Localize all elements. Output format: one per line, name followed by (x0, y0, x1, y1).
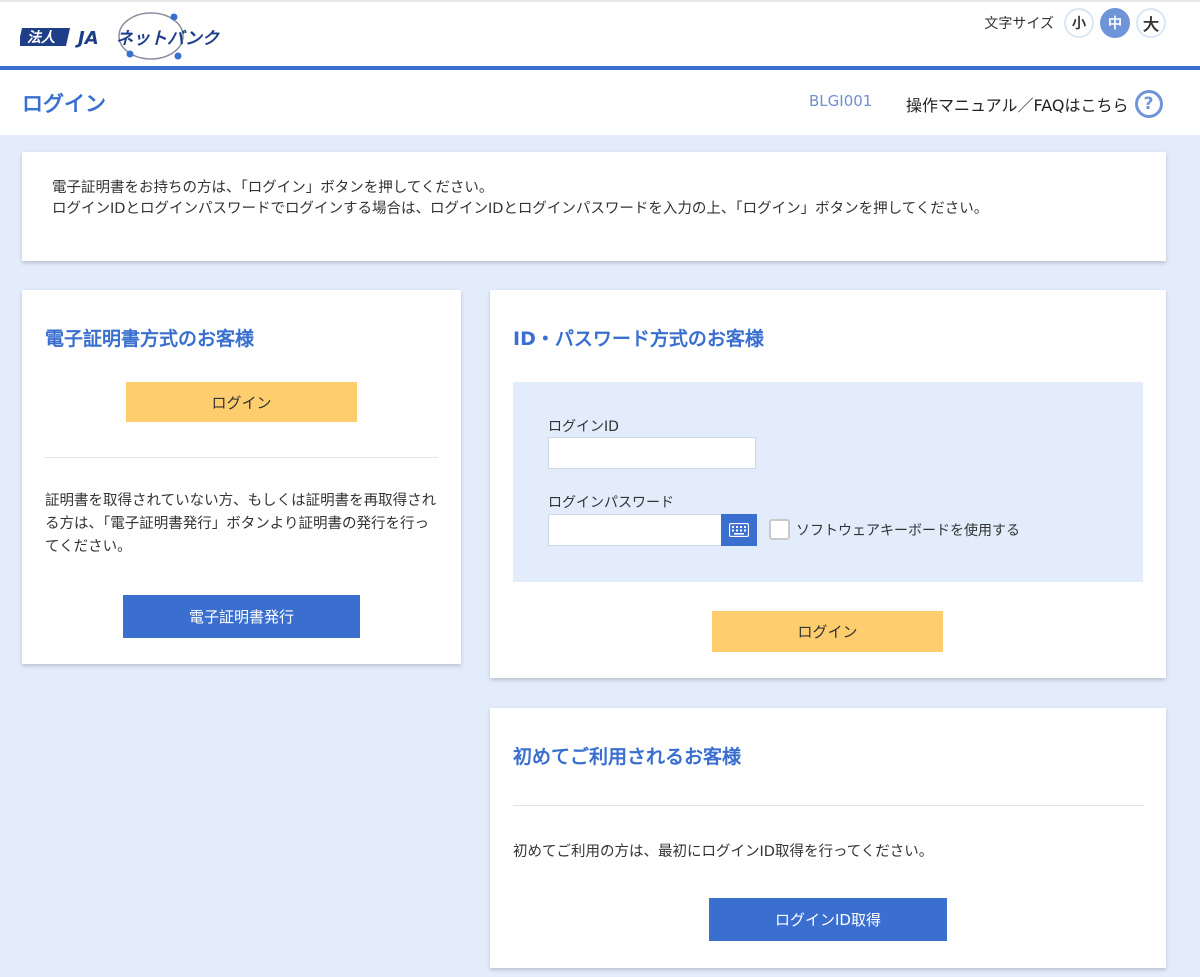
title-bar: ログイン BLGI001 操作マニュアル／FAQはこちら ? (0, 70, 1200, 135)
certificate-card-divider (44, 457, 438, 458)
first-time-user-card: 初めてご利用されるお客様 初めてご利用の方は、最初にログインID取得を行ってくだ… (490, 708, 1166, 968)
manual-faq-link[interactable]: 操作マニュアル／FAQはこちら ? (906, 90, 1163, 118)
svg-text:法人: 法人 (27, 29, 56, 46)
keyboard-icon (729, 523, 749, 537)
id-password-login-card: ID・パスワード方式のお客様 ログインID ログインパスワード ソフトウェアキー… (490, 290, 1166, 678)
password-input[interactable] (548, 514, 722, 546)
certificate-login-card: 電子証明書方式のお客様 ログイン 証明書を取得されていない方、もしくは証明書を再… (22, 290, 461, 664)
issue-certificate-button[interactable]: 電子証明書発行 (123, 595, 360, 638)
certificate-login-button[interactable]: ログイン (126, 382, 357, 422)
font-size-large-button[interactable]: 大 (1136, 8, 1166, 38)
font-size-medium-button[interactable]: 中 (1100, 8, 1130, 38)
page-title: ログイン (22, 92, 106, 116)
svg-text:JA: JA (75, 28, 99, 49)
font-size-label: 文字サイズ (984, 16, 1054, 32)
font-size-control: 文字サイズ 小 中 大 (984, 8, 1166, 38)
software-keyboard-checkbox[interactable] (769, 519, 790, 540)
site-header: 法人 JA ネットバンク 文字サイズ 小 中 大 (0, 0, 1200, 66)
login-id-input[interactable] (548, 437, 756, 469)
id-login-button[interactable]: ログイン (712, 611, 943, 652)
instruction-line-2: ログインIDとログインパスワードでログインする場合は、ログインIDとログインパス… (52, 201, 989, 217)
password-label: ログインパスワード (548, 495, 674, 511)
certificate-card-title: 電子証明書方式のお客様 (45, 328, 255, 350)
get-login-id-button[interactable]: ログインID取得 (709, 898, 947, 941)
software-keyboard-button[interactable] (721, 514, 757, 546)
help-icon[interactable]: ? (1134, 90, 1163, 118)
first-time-description: 初めてご利用の方は、最初にログインID取得を行ってください。 (513, 844, 934, 860)
manual-faq-label: 操作マニュアル／FAQはこちら (906, 96, 1129, 115)
login-form: ログインID ログインパスワード ソフトウェアキーボードを使用する (513, 382, 1143, 582)
svg-text:ネットバンク: ネットバンク (116, 29, 220, 49)
screen-id: BLGI001 (809, 92, 873, 110)
first-time-card-divider (513, 805, 1144, 806)
instruction-line-1: 電子証明書をお持ちの方は、「ログイン」ボタンを押してください。 (52, 180, 494, 196)
id-card-title: ID・パスワード方式のお客様 (513, 328, 764, 350)
first-time-card-title: 初めてご利用されるお客様 (513, 746, 742, 768)
login-id-label: ログインID (548, 419, 619, 435)
login-instructions: 電子証明書をお持ちの方は、「ログイン」ボタンを押してください。 ログインIDとロ… (22, 152, 1166, 261)
logo-graphic: 法人 JA ネットバンク (18, 12, 220, 60)
ja-netbank-logo[interactable]: 法人 JA ネットバンク (18, 8, 260, 70)
font-size-small-button[interactable]: 小 (1064, 8, 1094, 38)
certificate-description: 証明書を取得されていない方、もしくは証明書を再取得される方は、「電子証明書発行」… (45, 493, 437, 555)
software-keyboard-label[interactable]: ソフトウェアキーボードを使用する (796, 520, 1020, 540)
